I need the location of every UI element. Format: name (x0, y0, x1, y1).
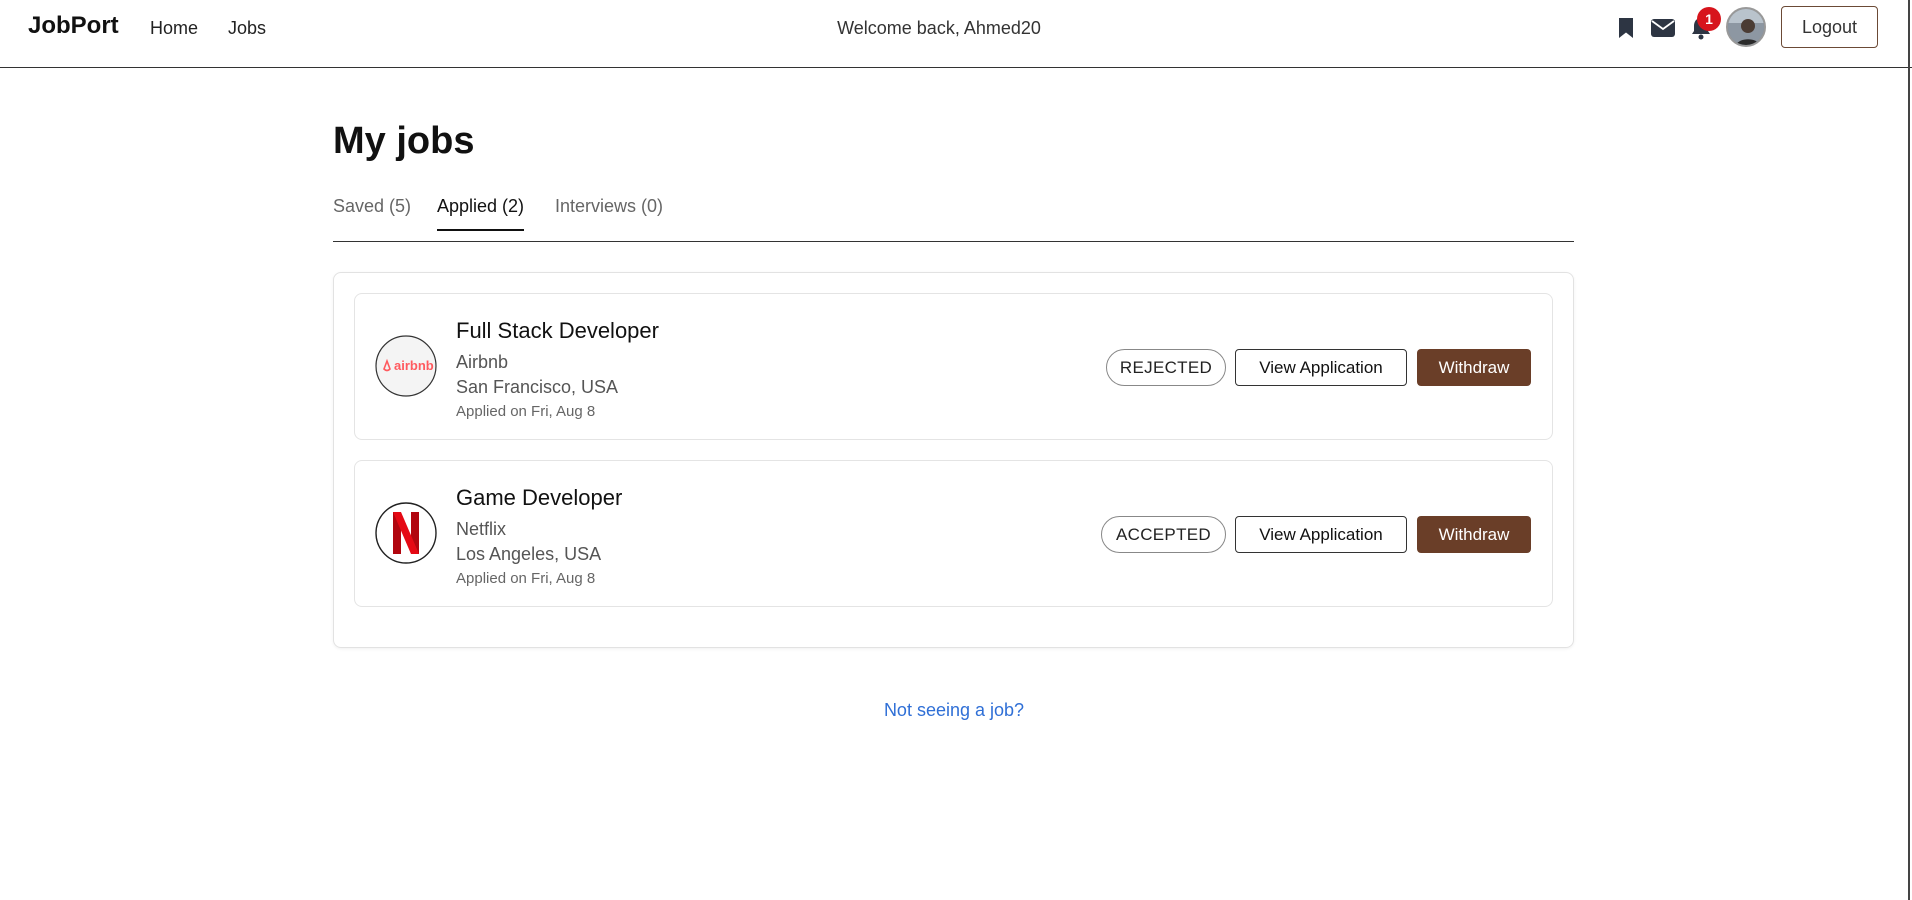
withdraw-button[interactable]: Withdraw (1417, 516, 1531, 553)
job-title[interactable]: Full Stack Developer (456, 318, 659, 344)
not-seeing-job-container: Not seeing a job? (0, 700, 1908, 721)
not-seeing-job-link[interactable]: Not seeing a job? (884, 700, 1024, 720)
job-location: San Francisco, USA (456, 377, 619, 397)
company-name: Airbnb (456, 352, 509, 372)
view-application-button[interactable]: View Application (1235, 516, 1407, 553)
company-name: Netflix (456, 519, 507, 539)
applied-date: Applied on Fri, Aug 8 (456, 403, 596, 420)
job-title[interactable]: Game Developer (456, 485, 622, 511)
notification-badge: 1 (1697, 7, 1721, 31)
tab-interviews[interactable]: Interviews (0) (555, 196, 663, 230)
withdraw-button[interactable]: Withdraw (1417, 349, 1531, 386)
view-application-button[interactable]: View Application (1235, 349, 1407, 386)
page-edge-divider (1908, 0, 1910, 900)
status-badge-rejected: REJECTED (1106, 349, 1226, 386)
airbnb-logo-text: airbnb (394, 358, 434, 373)
welcome-message: Welcome back, Ahmed20 (837, 18, 1041, 38)
job-card-full-stack-developer: airbnb Full Stack Developer Airbnb San F… (354, 293, 1553, 440)
netflix-logo (375, 502, 437, 564)
bookmark-icon[interactable] (1614, 16, 1638, 40)
job-location: Los Angeles, USA (456, 544, 602, 564)
mail-icon[interactable] (1650, 17, 1676, 41)
page-title: My jobs (333, 120, 475, 162)
tab-saved[interactable]: Saved (5) (333, 196, 411, 230)
applied-date: Applied on Fri, Aug 8 (456, 570, 596, 587)
applied-jobs-list: airbnb Full Stack Developer Airbnb San F… (333, 272, 1574, 648)
job-card-game-developer: Game Developer Netflix Los Angeles, USA … (354, 460, 1553, 607)
avatar[interactable] (1726, 7, 1766, 47)
status-badge-accepted: ACCEPTED (1101, 516, 1226, 553)
tab-applied[interactable]: Applied (2) (437, 196, 525, 231)
airbnb-logo: airbnb (375, 335, 437, 397)
top-navbar: JobPort Home Jobs Welcome back, Ahmed20 … (0, 0, 1912, 68)
logout-button[interactable]: Logout (1781, 6, 1878, 48)
tabs-bar: Saved (5) Applied (2) Interviews (0) (333, 196, 1574, 242)
